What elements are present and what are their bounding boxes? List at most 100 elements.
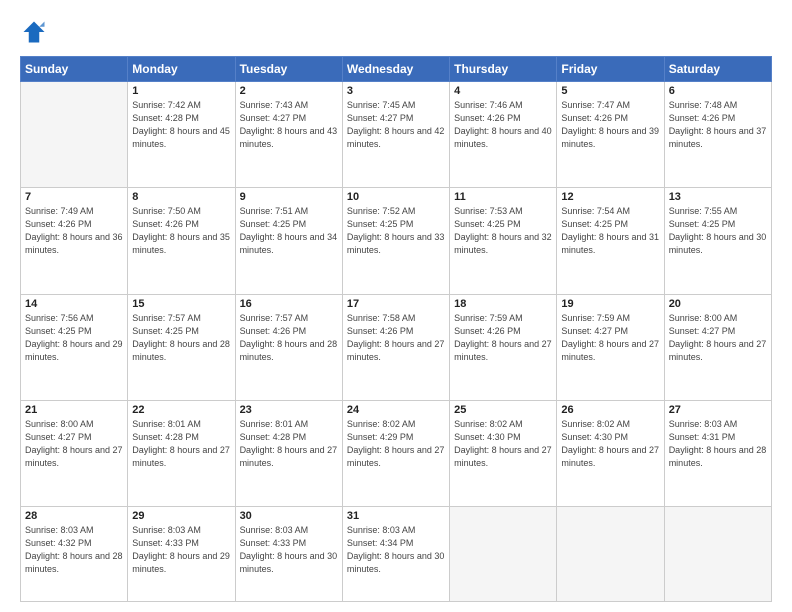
day-number: 20 [669,298,767,310]
calendar-cell: 29 Sunrise: 8:03 AMSunset: 4:33 PMDaylig… [128,507,235,602]
calendar-cell: 19 Sunrise: 7:59 AMSunset: 4:27 PMDaylig… [557,294,664,400]
day-info: Sunrise: 7:49 AMSunset: 4:26 PMDaylight:… [25,205,123,257]
day-info: Sunrise: 7:55 AMSunset: 4:25 PMDaylight:… [669,205,767,257]
day-number: 1 [132,85,230,97]
calendar-cell: 10 Sunrise: 7:52 AMSunset: 4:25 PMDaylig… [342,188,449,294]
calendar-cell [450,507,557,602]
day-info: Sunrise: 7:43 AMSunset: 4:27 PMDaylight:… [240,99,338,151]
day-info: Sunrise: 8:01 AMSunset: 4:28 PMDaylight:… [240,418,338,470]
logo-icon [20,18,48,46]
day-info: Sunrise: 7:50 AMSunset: 4:26 PMDaylight:… [132,205,230,257]
day-info: Sunrise: 7:46 AMSunset: 4:26 PMDaylight:… [454,99,552,151]
calendar-cell: 17 Sunrise: 7:58 AMSunset: 4:26 PMDaylig… [342,294,449,400]
day-info: Sunrise: 8:03 AMSunset: 4:34 PMDaylight:… [347,524,445,576]
day-info: Sunrise: 8:03 AMSunset: 4:32 PMDaylight:… [25,524,123,576]
day-number: 24 [347,404,445,416]
day-info: Sunrise: 7:48 AMSunset: 4:26 PMDaylight:… [669,99,767,151]
day-number: 7 [25,191,123,203]
calendar-cell: 27 Sunrise: 8:03 AMSunset: 4:31 PMDaylig… [664,400,771,506]
day-number: 14 [25,298,123,310]
day-info: Sunrise: 7:57 AMSunset: 4:25 PMDaylight:… [132,312,230,364]
day-number: 31 [347,510,445,522]
day-info: Sunrise: 7:56 AMSunset: 4:25 PMDaylight:… [25,312,123,364]
day-number: 30 [240,510,338,522]
day-number: 8 [132,191,230,203]
day-number: 21 [25,404,123,416]
day-number: 26 [561,404,659,416]
day-info: Sunrise: 8:02 AMSunset: 4:30 PMDaylight:… [561,418,659,470]
day-number: 19 [561,298,659,310]
day-number: 15 [132,298,230,310]
day-info: Sunrise: 8:03 AMSunset: 4:33 PMDaylight:… [132,524,230,576]
day-info: Sunrise: 7:54 AMSunset: 4:25 PMDaylight:… [561,205,659,257]
calendar-cell: 8 Sunrise: 7:50 AMSunset: 4:26 PMDayligh… [128,188,235,294]
calendar-cell: 5 Sunrise: 7:47 AMSunset: 4:26 PMDayligh… [557,82,664,188]
calendar-cell [664,507,771,602]
day-info: Sunrise: 7:59 AMSunset: 4:26 PMDaylight:… [454,312,552,364]
calendar-cell: 13 Sunrise: 7:55 AMSunset: 4:25 PMDaylig… [664,188,771,294]
calendar-cell: 9 Sunrise: 7:51 AMSunset: 4:25 PMDayligh… [235,188,342,294]
day-number: 18 [454,298,552,310]
calendar-cell: 11 Sunrise: 7:53 AMSunset: 4:25 PMDaylig… [450,188,557,294]
calendar: SundayMondayTuesdayWednesdayThursdayFrid… [20,56,772,602]
calendar-cell: 18 Sunrise: 7:59 AMSunset: 4:26 PMDaylig… [450,294,557,400]
day-info: Sunrise: 8:02 AMSunset: 4:30 PMDaylight:… [454,418,552,470]
day-number: 23 [240,404,338,416]
day-number: 27 [669,404,767,416]
day-number: 5 [561,85,659,97]
day-number: 4 [454,85,552,97]
day-number: 25 [454,404,552,416]
day-number: 10 [347,191,445,203]
day-info: Sunrise: 7:45 AMSunset: 4:27 PMDaylight:… [347,99,445,151]
calendar-cell: 21 Sunrise: 8:00 AMSunset: 4:27 PMDaylig… [21,400,128,506]
calendar-cell: 30 Sunrise: 8:03 AMSunset: 4:33 PMDaylig… [235,507,342,602]
calendar-cell: 16 Sunrise: 7:57 AMSunset: 4:26 PMDaylig… [235,294,342,400]
calendar-cell: 25 Sunrise: 8:02 AMSunset: 4:30 PMDaylig… [450,400,557,506]
day-info: Sunrise: 7:42 AMSunset: 4:28 PMDaylight:… [132,99,230,151]
calendar-cell: 2 Sunrise: 7:43 AMSunset: 4:27 PMDayligh… [235,82,342,188]
day-number: 22 [132,404,230,416]
calendar-cell: 28 Sunrise: 8:03 AMSunset: 4:32 PMDaylig… [21,507,128,602]
calendar-cell: 24 Sunrise: 8:02 AMSunset: 4:29 PMDaylig… [342,400,449,506]
day-number: 16 [240,298,338,310]
day-info: Sunrise: 8:03 AMSunset: 4:33 PMDaylight:… [240,524,338,576]
weekday-header-sunday: Sunday [21,57,128,82]
day-number: 17 [347,298,445,310]
day-number: 9 [240,191,338,203]
day-info: Sunrise: 7:47 AMSunset: 4:26 PMDaylight:… [561,99,659,151]
calendar-cell [21,82,128,188]
calendar-cell: 20 Sunrise: 8:00 AMSunset: 4:27 PMDaylig… [664,294,771,400]
weekday-header-monday: Monday [128,57,235,82]
day-number: 6 [669,85,767,97]
day-info: Sunrise: 8:03 AMSunset: 4:31 PMDaylight:… [669,418,767,470]
day-info: Sunrise: 8:01 AMSunset: 4:28 PMDaylight:… [132,418,230,470]
weekday-header-tuesday: Tuesday [235,57,342,82]
day-number: 29 [132,510,230,522]
page: SundayMondayTuesdayWednesdayThursdayFrid… [0,0,792,612]
calendar-cell: 23 Sunrise: 8:01 AMSunset: 4:28 PMDaylig… [235,400,342,506]
calendar-cell: 12 Sunrise: 7:54 AMSunset: 4:25 PMDaylig… [557,188,664,294]
day-info: Sunrise: 8:00 AMSunset: 4:27 PMDaylight:… [669,312,767,364]
calendar-cell: 15 Sunrise: 7:57 AMSunset: 4:25 PMDaylig… [128,294,235,400]
calendar-cell: 22 Sunrise: 8:01 AMSunset: 4:28 PMDaylig… [128,400,235,506]
day-info: Sunrise: 7:57 AMSunset: 4:26 PMDaylight:… [240,312,338,364]
day-info: Sunrise: 7:59 AMSunset: 4:27 PMDaylight:… [561,312,659,364]
day-number: 28 [25,510,123,522]
day-number: 13 [669,191,767,203]
calendar-cell: 1 Sunrise: 7:42 AMSunset: 4:28 PMDayligh… [128,82,235,188]
weekday-header-thursday: Thursday [450,57,557,82]
day-info: Sunrise: 7:51 AMSunset: 4:25 PMDaylight:… [240,205,338,257]
day-number: 3 [347,85,445,97]
calendar-cell: 26 Sunrise: 8:02 AMSunset: 4:30 PMDaylig… [557,400,664,506]
day-number: 2 [240,85,338,97]
day-info: Sunrise: 7:52 AMSunset: 4:25 PMDaylight:… [347,205,445,257]
weekday-header-friday: Friday [557,57,664,82]
weekday-header-saturday: Saturday [664,57,771,82]
day-info: Sunrise: 7:53 AMSunset: 4:25 PMDaylight:… [454,205,552,257]
calendar-cell [557,507,664,602]
calendar-cell: 6 Sunrise: 7:48 AMSunset: 4:26 PMDayligh… [664,82,771,188]
day-number: 12 [561,191,659,203]
logo [20,18,52,46]
day-info: Sunrise: 8:00 AMSunset: 4:27 PMDaylight:… [25,418,123,470]
calendar-cell: 4 Sunrise: 7:46 AMSunset: 4:26 PMDayligh… [450,82,557,188]
